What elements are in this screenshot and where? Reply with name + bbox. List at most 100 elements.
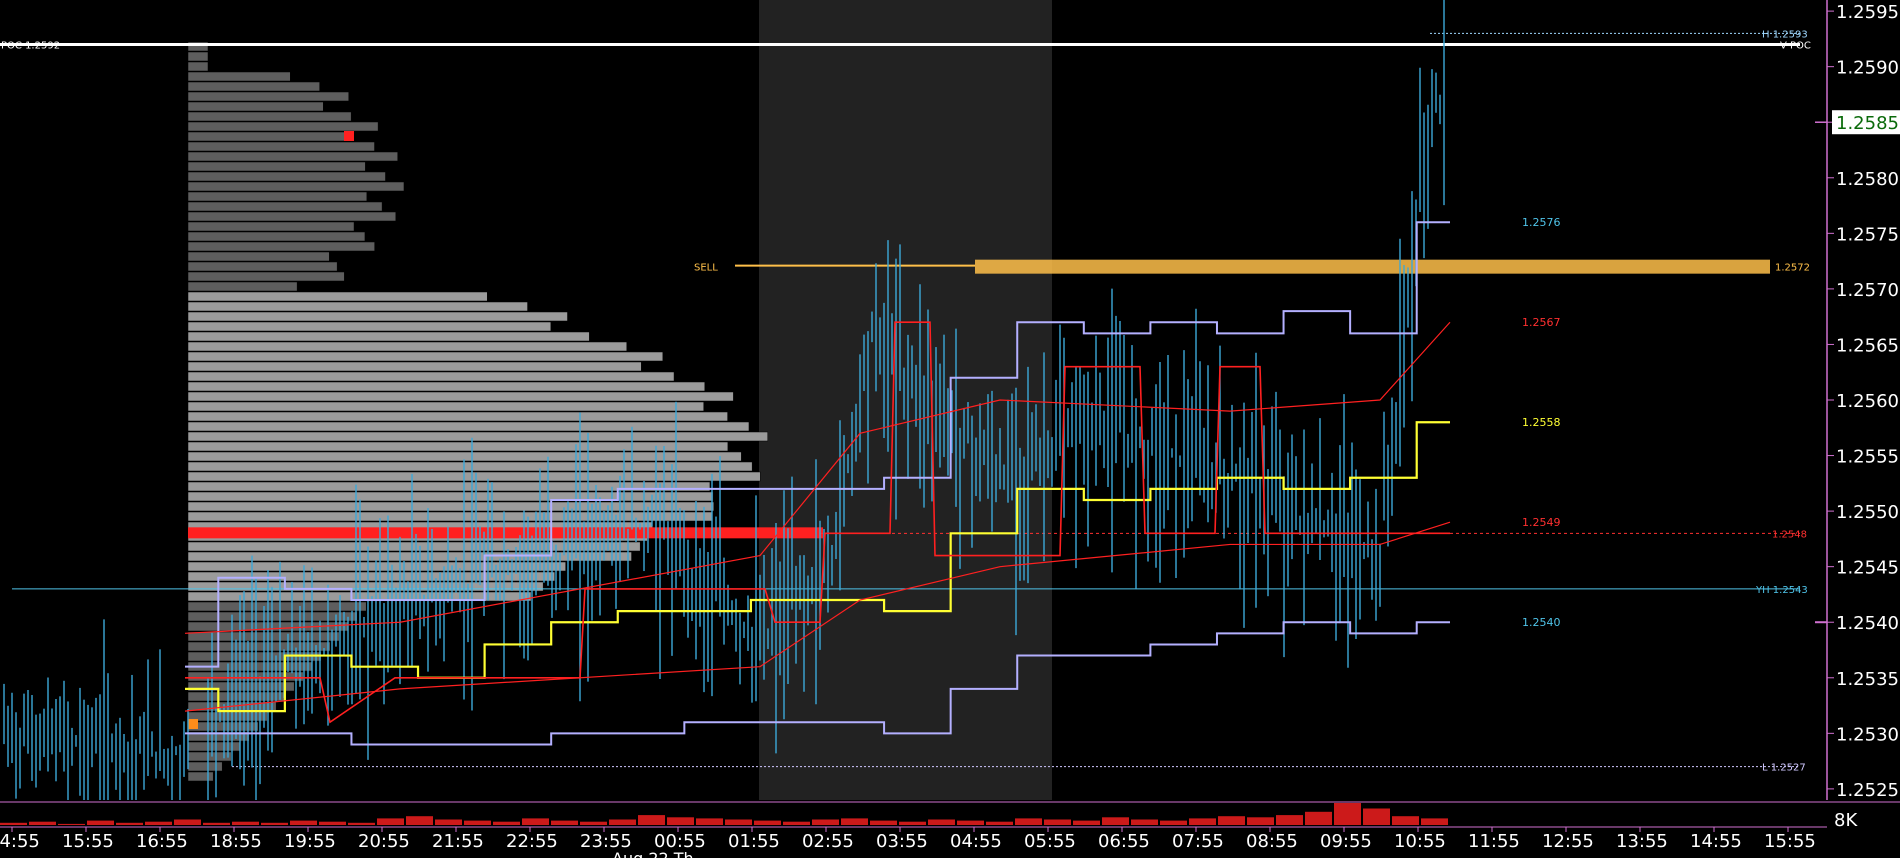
- profile-row: [187, 261, 338, 272]
- x-tick-label: 02:55: [802, 831, 854, 852]
- profile-row: [187, 61, 209, 72]
- x-tick-label: 07:55: [1172, 831, 1224, 852]
- volume-bar: [377, 818, 404, 825]
- band-label: 1.2558: [1522, 416, 1561, 429]
- profile-marker: [344, 131, 354, 141]
- volume-axis-label: 8K: [1834, 810, 1858, 831]
- sell-value-label: 1.2572: [1775, 263, 1810, 274]
- profile-row: [187, 431, 768, 442]
- volume-bar: [638, 815, 665, 825]
- profile-row: [187, 321, 552, 332]
- profile-row: [187, 271, 345, 282]
- volume-bar: [116, 822, 143, 825]
- y-tick-label: 1.2580: [1836, 169, 1899, 190]
- profile-row: [187, 151, 398, 162]
- profile-row: [187, 501, 715, 512]
- y-tick-label: 1.2535: [1836, 669, 1899, 690]
- x-tick-label: 18:55: [210, 831, 262, 852]
- x-tick-label: 14:55: [1690, 831, 1742, 852]
- volume-bar: [406, 816, 433, 825]
- profile-row: [187, 581, 544, 592]
- yesterday-high-label: YH 1.2543: [1755, 585, 1808, 596]
- volume-bar: [957, 820, 984, 825]
- volume-bar: [696, 818, 723, 825]
- volume-bar: [1073, 820, 1100, 825]
- volume-bar: [232, 821, 259, 825]
- profile-row: [187, 331, 590, 342]
- volume-bar: [783, 821, 810, 825]
- y-tick-label: 1.2565: [1836, 335, 1899, 356]
- profile-row: [187, 131, 351, 142]
- profile-row: [187, 121, 379, 132]
- profile-row: [187, 761, 223, 772]
- volume-bar: [1218, 816, 1245, 825]
- profile-row: [187, 161, 366, 172]
- profile-row: [187, 381, 706, 392]
- volume-bar: [290, 820, 317, 825]
- low-label: L 1.2527: [1762, 763, 1806, 774]
- x-axis: 14:55 15:55 16:55 18:55 19:55 20:55 21:55 22:55…: [0, 826, 1827, 858]
- volume-bar: [435, 819, 462, 825]
- profile-row: [187, 221, 355, 232]
- volume-bar: [87, 820, 114, 825]
- sell-label: SELL: [694, 263, 718, 274]
- profile-row: [187, 101, 324, 112]
- y-tick-label: 1.2595: [1836, 2, 1899, 23]
- volume-bar: [725, 819, 752, 825]
- y-tick-label: 1.2555: [1836, 447, 1899, 468]
- x-tick-label: 11:55: [1468, 831, 1520, 852]
- profile-row: [187, 371, 675, 382]
- volume-bar: [899, 821, 926, 825]
- volume-bar: [1102, 817, 1129, 825]
- y-tick-label: 1.2530: [1836, 724, 1899, 745]
- profile-row: [187, 551, 632, 562]
- profile-row: [187, 51, 209, 62]
- x-tick-label: 13:55: [1616, 831, 1668, 852]
- profile-row: [187, 81, 320, 92]
- x-tick-label: 05:55: [1024, 831, 1076, 852]
- volume-bar: [1247, 817, 1274, 825]
- profile-row: [187, 361, 642, 372]
- x-tick-label: 10:55: [1394, 831, 1446, 852]
- volume-bar: [1276, 815, 1303, 825]
- profile-row: [187, 241, 375, 252]
- profile-row: [187, 341, 628, 352]
- high-label: H 1.2593: [1762, 29, 1808, 40]
- profile-row: [187, 191, 368, 202]
- profile-row: [187, 461, 753, 472]
- y-axis: 1.2595 1.2590 1.2585 1.2580 1.2575 1.2570 1.25…: [1815, 0, 1900, 801]
- y-tick-label: 1.2545: [1836, 558, 1899, 579]
- y-tick-label: 1.2570: [1836, 280, 1899, 301]
- volume-bar: [870, 820, 897, 825]
- x-tick-label: 09:55: [1320, 831, 1372, 852]
- x-tick-label: 01:55: [728, 831, 780, 852]
- y-tick-label: 1.2525: [1836, 780, 1899, 801]
- volume-bar: [754, 820, 781, 825]
- volume-bar: [203, 822, 230, 825]
- volume-bar: [319, 821, 346, 825]
- band-label: 1.2576: [1522, 216, 1561, 229]
- profile-row: [187, 641, 331, 652]
- volume-bar: [1305, 811, 1332, 825]
- profile-row: [187, 311, 568, 322]
- profile-row: [187, 411, 728, 422]
- chart-root: POC 1.2592 V POC H 1.2593 YH 1.2543 L 1.2527…: [0, 0, 1900, 858]
- profile-row: [187, 111, 352, 122]
- profile-open-marker: [188, 719, 198, 729]
- volume-bar: [928, 819, 955, 825]
- x-tick-label: 19:55: [284, 831, 336, 852]
- profile-row: [187, 771, 214, 782]
- profile-row: [187, 471, 761, 482]
- band-label: 1.2549: [1522, 516, 1561, 529]
- volume-bar: [58, 823, 85, 825]
- profile-row: [187, 251, 330, 262]
- volume-bar: [493, 821, 520, 825]
- profile-row: [187, 421, 750, 432]
- x-tick-label: 06:55: [1098, 831, 1150, 852]
- volume-bar: [1044, 819, 1071, 825]
- band-label: 1.2567: [1522, 316, 1561, 329]
- volume-bar: [261, 822, 288, 825]
- profile-row: [187, 561, 566, 572]
- volume-bar: [1392, 816, 1419, 825]
- volume-bar: [1363, 808, 1390, 825]
